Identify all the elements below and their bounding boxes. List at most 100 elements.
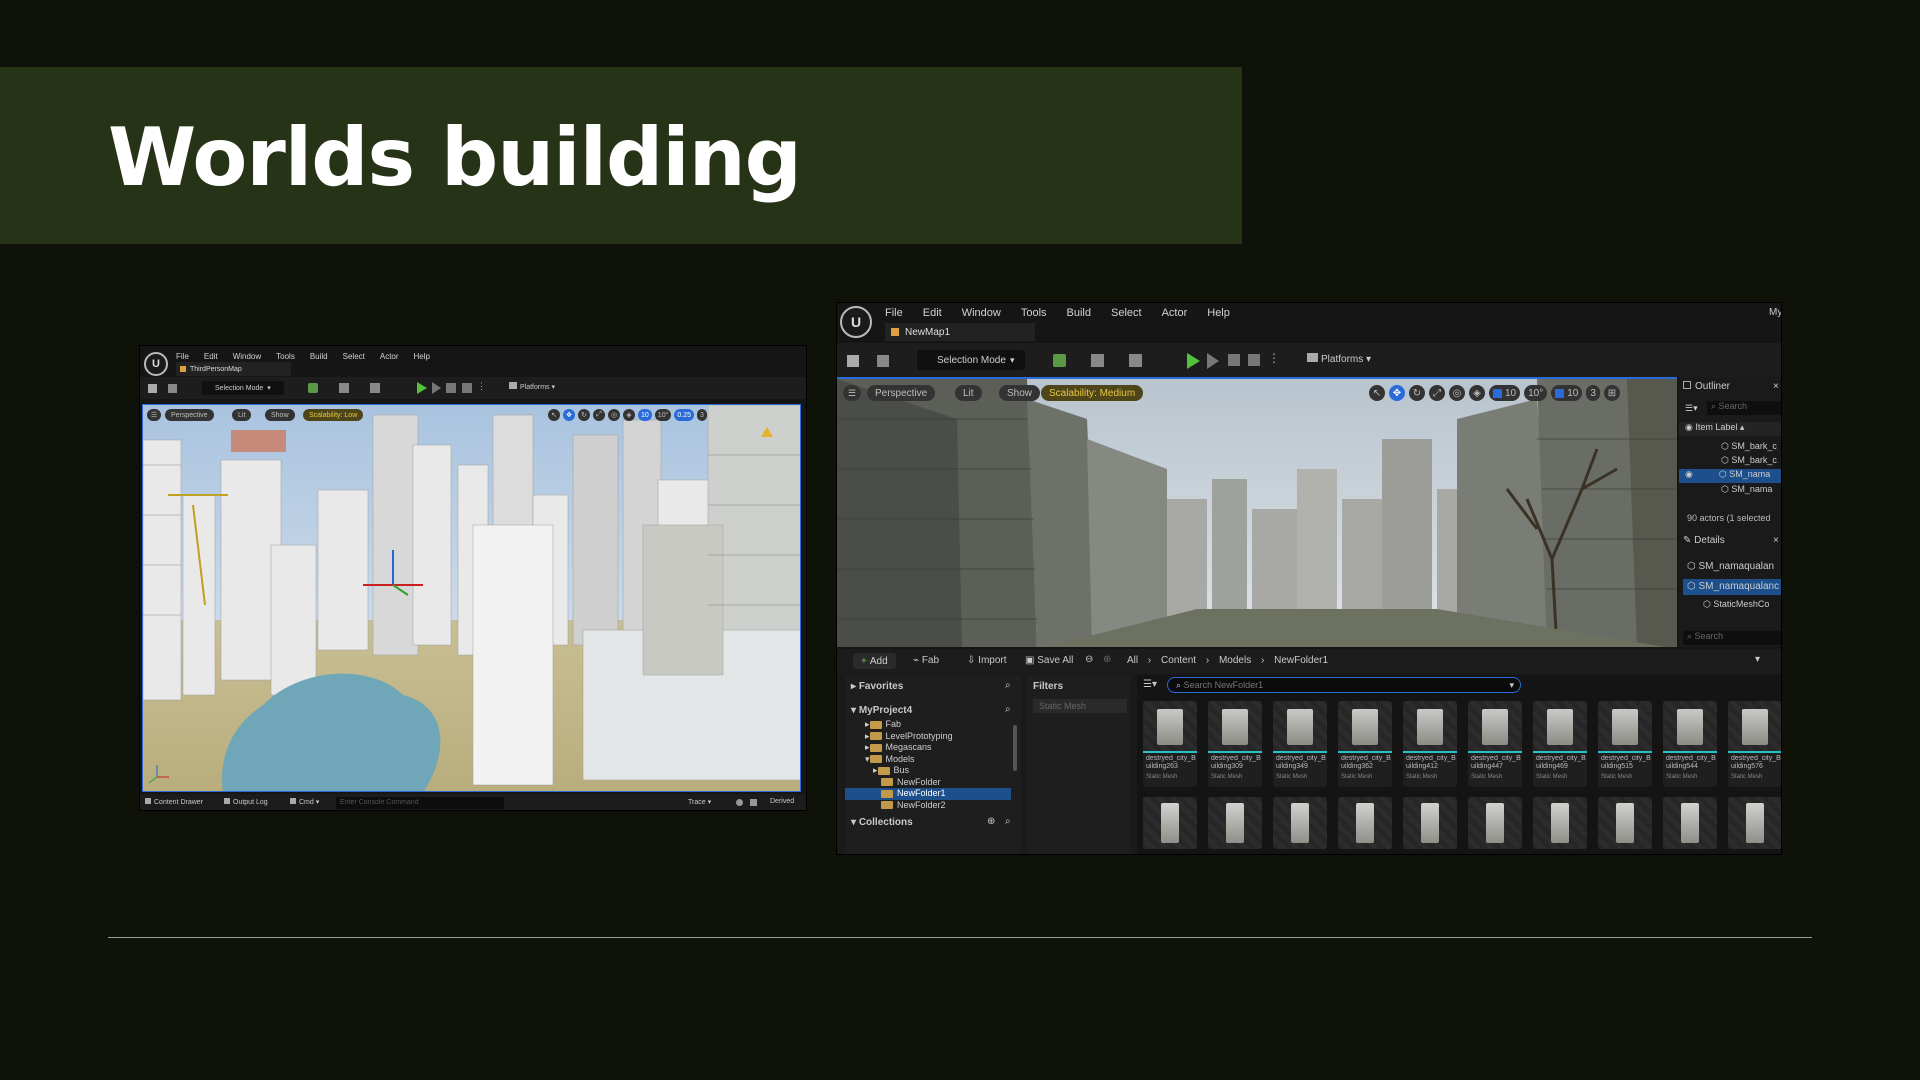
blueprint-icon[interactable] — [1091, 354, 1104, 367]
breadcrumb-models[interactable]: Models — [1219, 655, 1251, 666]
trace-button[interactable]: Trace ▾ — [688, 798, 711, 806]
asset-tile[interactable] — [1208, 797, 1262, 849]
details-close-icon[interactable]: × — [1773, 535, 1779, 546]
fab-button[interactable]: ⌁ Fab — [913, 655, 939, 666]
save-all-button[interactable]: ▣ Save All — [1025, 655, 1073, 666]
breadcrumb-newfolder1[interactable]: NewFolder1 — [1274, 655, 1328, 666]
stop-icon[interactable] — [1228, 354, 1240, 366]
left-map-tab[interactable]: ThirdPersonMap — [176, 362, 291, 376]
outliner-row[interactable]: ⬡ SM_bark_c — [1721, 441, 1777, 452]
outliner-filter-icon[interactable]: ☰▾ — [1685, 403, 1698, 414]
rotate-icon[interactable]: ↻ — [578, 409, 590, 421]
menu-tools[interactable]: Tools — [1021, 307, 1047, 319]
output-log-button[interactable]: Output Log — [224, 798, 268, 806]
project-header[interactable]: ▾ MyProject4 — [851, 705, 912, 716]
menu-window[interactable]: Window — [962, 307, 1001, 319]
asset-tile[interactable]: destryed_city_Building263 Static Mesh — [1143, 701, 1197, 787]
history-back-icon[interactable]: ⊖ — [1085, 654, 1093, 665]
asset-filter-icon[interactable]: ☰▾ — [1143, 679, 1157, 690]
cinematics-icon[interactable] — [1129, 354, 1142, 367]
asset-tile[interactable] — [1663, 797, 1717, 849]
cmd-button[interactable]: Cmd ▾ — [290, 798, 319, 806]
right-perspective-button[interactable]: Perspective — [867, 385, 936, 401]
menu-file[interactable]: File — [885, 307, 903, 319]
asset-tile[interactable] — [1598, 797, 1652, 849]
save-icon[interactable] — [847, 355, 859, 367]
menu-build[interactable]: Build — [1067, 307, 1091, 319]
right-show-button[interactable]: Show — [999, 385, 1041, 401]
warning-icon[interactable] — [761, 427, 773, 437]
breadcrumb-dropdown-icon[interactable]: ▾ — [1755, 654, 1760, 665]
menu-edit[interactable]: Edit — [204, 352, 218, 361]
derived-data-button[interactable]: Derived — [770, 798, 794, 805]
camera-icon[interactable] — [750, 799, 757, 806]
asset-tile[interactable] — [1728, 797, 1781, 849]
rotate-icon[interactable]: ↻ — [1409, 385, 1425, 401]
add-actor-icon[interactable] — [1053, 354, 1066, 367]
menu-select[interactable]: Select — [1111, 307, 1142, 319]
asset-tile[interactable] — [1533, 797, 1587, 849]
folder-models[interactable]: ▾ Models — [845, 754, 1011, 766]
outliner-row[interactable]: ⬡ SM_nama — [1721, 484, 1772, 495]
menu-help[interactable]: Help — [1207, 307, 1230, 319]
surface-snap-icon[interactable]: ◈ — [1469, 385, 1485, 401]
menu-window[interactable]: Window — [233, 352, 261, 361]
grid-snap-button[interactable]: 10 — [638, 409, 652, 421]
asset-tile[interactable]: destryed_city_Building309 Static Mesh — [1208, 701, 1262, 787]
add-actor-icon[interactable] — [308, 383, 318, 393]
folder-levelprototyping[interactable]: ▸ LevelPrototyping — [845, 731, 1011, 743]
select-icon[interactable]: ↖ — [1369, 385, 1385, 401]
collections-search-icon[interactable]: ⌕ — [1005, 816, 1011, 827]
menu-select[interactable]: Select — [343, 352, 365, 361]
asset-tile[interactable]: destryed_city_Building515 Static Mesh — [1598, 701, 1652, 787]
play-icon[interactable] — [1187, 353, 1200, 369]
world-icon[interactable]: ◎ — [608, 409, 620, 421]
left-lit-button[interactable]: Lit — [232, 409, 252, 421]
eject-icon[interactable] — [462, 383, 472, 393]
left-viewport-menu-button[interactable]: ☰ — [147, 409, 161, 421]
add-collection-icon[interactable]: ⊕ — [987, 816, 995, 827]
right-platforms-button[interactable]: Platforms ▾ — [1307, 353, 1371, 365]
save-icon[interactable] — [148, 384, 157, 393]
details-component[interactable]: ⬡ StaticMeshCo — [1703, 599, 1769, 610]
breadcrumb-all[interactable]: All — [1127, 655, 1138, 666]
asset-tile[interactable] — [1143, 797, 1197, 849]
eject-icon[interactable] — [1248, 354, 1260, 366]
breadcrumb-content[interactable]: Content — [1161, 655, 1196, 666]
right-map-tab[interactable]: NewMap1 — [885, 323, 1035, 341]
translate-icon[interactable]: ✥ — [1389, 385, 1405, 401]
left-perspective-button[interactable]: Perspective — [165, 409, 214, 421]
folder-megascans[interactable]: ▸ Megascans — [845, 742, 1011, 754]
scale-snap-button[interactable]: 10 — [1551, 385, 1583, 401]
asset-tile[interactable] — [1403, 797, 1457, 849]
right-viewport-menu-button[interactable]: ☰ — [843, 385, 861, 401]
content-icon[interactable] — [877, 355, 889, 367]
asset-tile[interactable]: destryed_city_Building362 Static Mesh — [1338, 701, 1392, 787]
asset-search-input[interactable]: ⌕ Search NewFolder1 ▾ — [1167, 677, 1521, 693]
collections-header[interactable]: ▾ Collections — [851, 817, 913, 828]
revision-icon[interactable] — [736, 799, 743, 806]
console-input[interactable]: Enter Console Command — [336, 797, 504, 809]
right-scalability-badge[interactable]: Scalability: Medium — [1041, 385, 1144, 401]
cinematics-icon[interactable] — [370, 383, 380, 393]
content-icon[interactable] — [168, 384, 177, 393]
asset-tile[interactable] — [1273, 797, 1327, 849]
import-button[interactable]: ⇩ Import — [967, 655, 1007, 666]
menu-actor[interactable]: Actor — [1162, 307, 1188, 319]
favorites-search-icon[interactable]: ⌕ — [1005, 680, 1011, 691]
grid-snap-button[interactable]: 10 — [1489, 385, 1521, 401]
unreal-logo-icon[interactable]: U — [144, 352, 168, 376]
favorites-header[interactable]: ▸ Favorites — [851, 681, 903, 692]
menu-tools[interactable]: Tools — [276, 352, 295, 361]
menu-edit[interactable]: Edit — [923, 307, 942, 319]
details-actor-name[interactable]: ⬡ SM_namaqualan — [1687, 561, 1774, 572]
menu-help[interactable]: Help — [414, 352, 430, 361]
left-scalability-badge[interactable]: Scalability: Low — [303, 409, 364, 421]
outliner-search-input[interactable]: ⌕ Search — [1707, 401, 1781, 415]
right-viewport[interactable]: ☰ Perspective Lit Show Scalability: Medi… — [837, 377, 1677, 647]
asset-tile[interactable]: destryed_city_Building412 Static Mesh — [1403, 701, 1457, 787]
left-viewport[interactable]: ☰ Perspective Lit Show Scalability: Low … — [142, 404, 801, 792]
asset-tile[interactable]: destryed_city_Building576 Static Mesh — [1728, 701, 1781, 787]
static-mesh-filter-chip[interactable]: Static Mesh — [1033, 699, 1127, 713]
scale-icon[interactable]: ⤢ — [1429, 385, 1445, 401]
